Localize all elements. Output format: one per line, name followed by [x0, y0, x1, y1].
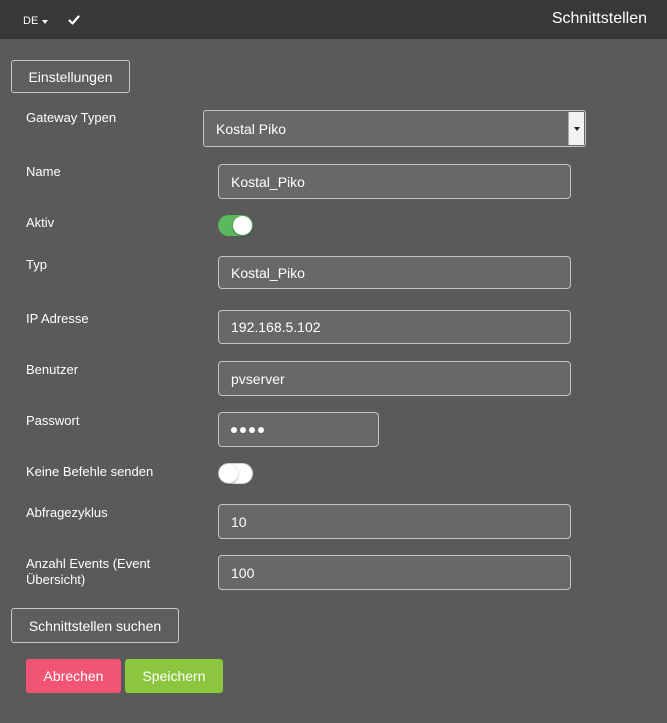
settings-button[interactable]: Einstellungen [11, 60, 130, 93]
poll-cycle-label: Abfragezyklus [26, 505, 108, 520]
password-input[interactable] [218, 412, 379, 447]
gateway-type-select[interactable]: Kostal Piko [203, 110, 586, 147]
active-toggle[interactable] [218, 215, 253, 236]
no-commands-toggle[interactable] [218, 463, 253, 484]
save-button[interactable]: Speichern [125, 659, 223, 693]
language-dropdown[interactable]: DE [23, 15, 49, 27]
password-label: Passwort [26, 413, 80, 428]
type-label: Typ [26, 257, 47, 272]
page-title: Schnittstellen [551, 10, 647, 27]
event-count-input[interactable]: 100 [218, 555, 571, 590]
name-label: Name [26, 164, 61, 179]
toggle-knob [219, 464, 238, 483]
active-label: Aktiv [26, 215, 55, 230]
password-dot [240, 426, 246, 433]
password-mask [231, 426, 264, 433]
top-bar: DE Schnittstellen [0, 0, 667, 39]
poll-cycle-input[interactable]: 10 [218, 504, 571, 539]
user-label: Benutzer [26, 362, 79, 377]
gateway-type-value: Kostal Piko [216, 120, 287, 137]
toggle-knob [233, 216, 252, 235]
caret-down-icon [42, 19, 49, 24]
password-dot [258, 426, 264, 433]
language-label: DE [23, 15, 39, 27]
ip-address-input[interactable]: 192.168.5.102 [218, 310, 571, 344]
cancel-button[interactable]: Abrechen [26, 659, 121, 693]
event-count-label: Anzahl Events (Event Übersicht) [26, 556, 151, 587]
select-arrow-icon [568, 112, 584, 145]
password-dot [231, 426, 237, 433]
password-dot [249, 426, 255, 433]
checkmark-icon[interactable] [68, 13, 80, 27]
ip-address-label: IP Adresse [26, 311, 89, 326]
name-input[interactable]: Kostal_Piko [218, 164, 571, 199]
search-interfaces-button[interactable]: Schnittstellen suchen [11, 608, 179, 643]
no-commands-label: Keine Befehle senden [26, 464, 154, 479]
user-input[interactable]: pvserver [218, 361, 571, 396]
gateway-type-label: Gateway Typen [26, 110, 117, 125]
type-input[interactable]: Kostal_Piko [218, 256, 571, 289]
